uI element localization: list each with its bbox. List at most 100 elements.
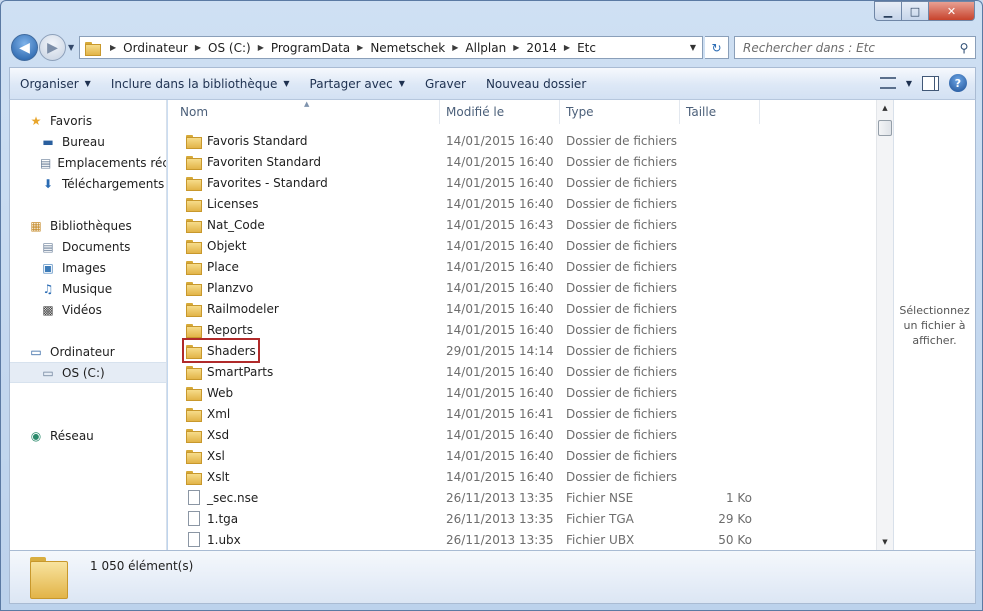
help-icon[interactable]: ? — [949, 74, 967, 92]
vertical-scrollbar[interactable]: ▲ ▼ — [876, 100, 893, 550]
sidebar-item-desktop[interactable]: ▬ Bureau — [10, 131, 166, 152]
breadcrumb-separator-icon[interactable]: ▶ — [452, 43, 458, 52]
breadcrumb-separator-icon[interactable]: ▶ — [357, 43, 363, 52]
file-name-cell: Place — [168, 260, 440, 275]
music-icon: ♫ — [42, 281, 54, 296]
file-row[interactable]: Xsl 14/01/2015 16:40 Dossier de fichiers — [168, 445, 768, 466]
file-name-cell: Favoris Standard — [168, 134, 440, 149]
search-icon[interactable]: ⚲ — [953, 41, 975, 55]
scroll-down-icon[interactable]: ▼ — [877, 534, 893, 550]
sidebar-item-documents[interactable]: ▤ Documents — [10, 236, 166, 257]
file-row[interactable]: Place 14/01/2015 16:40 Dossier de fichiers — [168, 256, 768, 277]
recent-pages-dropdown[interactable]: ▼ — [68, 43, 74, 52]
sidebar-item-label: Bibliothèques — [50, 218, 132, 233]
column-header-name[interactable]: Nom ▲ — [168, 100, 440, 124]
view-options-icon[interactable] — [879, 77, 896, 89]
file-row[interactable]: Web 14/01/2015 16:40 Dossier de fichiers — [168, 382, 768, 403]
search-box[interactable]: Rechercher dans : Etc ⚲ — [734, 36, 976, 59]
breadcrumb-item[interactable]: ProgramData — [271, 41, 350, 55]
file-row[interactable]: Railmodeler 14/01/2015 16:40 Dossier de fi… — [168, 298, 768, 319]
sidebar-item-downloads[interactable]: ⬇ Téléchargements — [10, 173, 166, 194]
close-button[interactable]: ✕ — [929, 1, 975, 21]
include-in-library-button[interactable]: Inclure dans la bibliothèque ▼ — [101, 68, 300, 99]
folder-icon — [186, 344, 202, 359]
back-button[interactable]: ◀ — [11, 34, 38, 61]
preview-pane: Sélectionnez un fichier à afficher. — [893, 100, 976, 550]
burn-button[interactable]: Graver — [415, 68, 476, 99]
address-history-dropdown[interactable]: ▼ — [684, 43, 702, 52]
sidebar-item-images[interactable]: ▣ Images — [10, 257, 166, 278]
sidebar-item-recent-places[interactable]: ▤ Emplacements récents — [10, 152, 166, 173]
breadcrumb-separator-icon[interactable]: ▶ — [564, 43, 570, 52]
view-options-dropdown[interactable]: ▼ — [906, 79, 912, 88]
file-row[interactable]: Reports 14/01/2015 16:40 Dossier de fichie… — [168, 319, 768, 340]
chevron-down-icon: ▼ — [84, 79, 91, 88]
file-name: Favorites - Standard — [207, 175, 328, 190]
file-row[interactable]: 1.tga 26/11/2013 13:35 Fichier TGA 29 Ko — [168, 508, 768, 529]
file-type: Dossier de fichiers — [566, 364, 678, 379]
caption-buttons: ▁ □ ✕ — [874, 1, 975, 21]
chevron-down-icon: ▼ — [398, 79, 405, 88]
breadcrumb-item[interactable]: Etc — [577, 41, 596, 55]
sidebar-item-libraries[interactable]: ▦ Bibliothèques — [10, 215, 166, 236]
sidebar-item-videos[interactable]: ▩ Vidéos — [10, 299, 166, 320]
file-row[interactable]: Planzvo 14/01/2015 16:40 Dossier de fichie… — [168, 277, 768, 298]
file-type: Dossier de fichiers — [566, 427, 678, 442]
breadcrumb-separator-icon[interactable]: ▶ — [258, 43, 264, 52]
file-row[interactable]: SmartParts 14/01/2015 16:40 Dossier de fic… — [168, 361, 768, 382]
sidebar-item-star[interactable]: ★ Favoris — [10, 110, 166, 131]
file-row[interactable]: Licenses 14/01/2015 16:40 Dossier de fichi… — [168, 193, 768, 214]
file-row[interactable]: 1.ubx 26/11/2013 13:35 Fichier UBX 50 Ko — [168, 529, 768, 550]
drive-icon: ▭ — [42, 365, 54, 380]
file-modified: 14/01/2015 16:40 — [446, 427, 554, 442]
sidebar-item-music[interactable]: ♫ Musique — [10, 278, 166, 299]
refresh-button[interactable]: ↻ — [705, 36, 729, 59]
file-type: Dossier de fichiers — [566, 259, 678, 274]
sidebar-item-computer[interactable]: ▭ Ordinateur — [10, 341, 166, 362]
file-row[interactable]: Favorites - Standard 14/01/2015 16:40 Doss… — [168, 172, 768, 193]
breadcrumb-separator-icon[interactable]: ▶ — [513, 43, 519, 52]
file-row[interactable]: Shaders 29/01/2015 14:14 Dossier de fichie… — [168, 340, 768, 361]
preview-pane-toggle-icon[interactable] — [922, 75, 939, 91]
breadcrumb-item[interactable]: 2014 — [526, 41, 557, 55]
breadcrumb-item[interactable]: Allplan — [465, 41, 506, 55]
file-icon — [188, 532, 200, 547]
file-modified: 14/01/2015 16:40 — [446, 301, 554, 316]
file-name-cell: 1.tga — [168, 511, 440, 526]
file-row[interactable]: Objekt 14/01/2015 16:40 Dossier de fichier… — [168, 235, 768, 256]
scroll-up-icon[interactable]: ▲ — [877, 100, 893, 116]
organize-button[interactable]: Organiser ▼ — [10, 68, 101, 99]
file-row[interactable]: Nat_Code 14/01/2015 16:43 Dossier de fichi… — [168, 214, 768, 235]
sidebar-item-drive[interactable]: ▭ OS (C:) — [10, 362, 166, 383]
file-row[interactable]: Xslt 14/01/2015 16:40 Dossier de fichiers — [168, 466, 768, 487]
folder-icon — [186, 386, 202, 401]
scrollbar-thumb[interactable] — [878, 120, 892, 136]
breadcrumb-item[interactable]: OS (C:) — [208, 41, 251, 55]
file-row[interactable]: Xsd 14/01/2015 16:40 Dossier de fichiers — [168, 424, 768, 445]
address-bar[interactable]: ▶ Ordinateur ▶ OS (C:) ▶ ProgramData ▶ Nemetsch… — [79, 36, 703, 59]
sidebar-item-label: OS (C:) — [62, 365, 105, 380]
maximize-button[interactable]: □ — [902, 1, 929, 21]
file-row[interactable]: Favoris Standard 14/01/2015 16:40 Dossier … — [168, 130, 768, 151]
share-with-button[interactable]: Partager avec ▼ — [300, 68, 415, 99]
file-type: Dossier de fichiers — [566, 175, 678, 190]
column-modified-label: Modifié le — [446, 105, 505, 119]
search-input[interactable]: Rechercher dans : Etc — [743, 41, 953, 55]
file-name: _sec.nse — [207, 490, 259, 505]
breadcrumb-item[interactable]: Ordinateur — [123, 41, 188, 55]
breadcrumb-separator-icon[interactable]: ▶ — [110, 43, 116, 52]
file-row[interactable]: Favoriten Standard 14/01/2015 16:40 Dossie… — [168, 151, 768, 172]
breadcrumb-separator-icon[interactable]: ▶ — [195, 43, 201, 52]
file-type: Dossier de fichiers — [566, 406, 678, 421]
minimize-button[interactable]: ▁ — [874, 1, 902, 21]
file-row[interactable]: Xml 14/01/2015 16:41 Dossier de fichiers — [168, 403, 768, 424]
column-header-size[interactable]: Taille — [680, 100, 760, 124]
sidebar-item-label: Documents — [62, 239, 131, 254]
forward-button[interactable]: ▶ — [39, 34, 66, 61]
new-folder-button[interactable]: Nouveau dossier — [476, 68, 596, 99]
column-header-type[interactable]: Type — [560, 100, 680, 124]
breadcrumb-item[interactable]: Nemetschek — [370, 41, 445, 55]
column-header-modified[interactable]: Modifié le — [440, 100, 560, 124]
sidebar-item-network[interactable]: ◉ Réseau — [10, 425, 166, 446]
file-row[interactable]: _sec.nse 26/11/2013 13:35 Fichier NSE 1 Ko — [168, 487, 768, 508]
